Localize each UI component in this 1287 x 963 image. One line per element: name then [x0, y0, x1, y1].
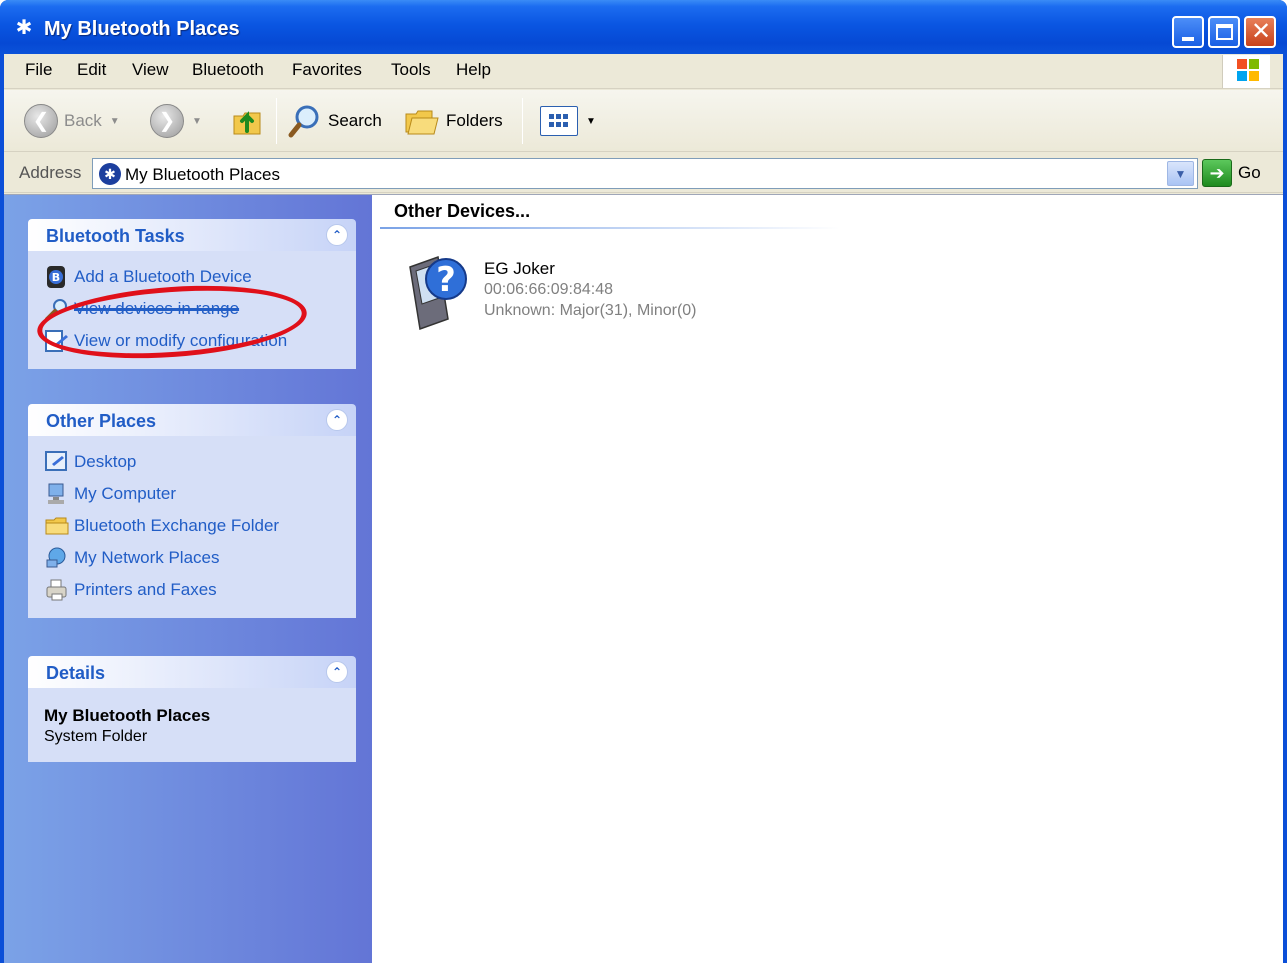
title-bar[interactable]: ✱ My Bluetooth Places ✕ — [0, 0, 1287, 54]
bluetooth-device-icon: B — [44, 265, 70, 289]
back-label: Back — [64, 111, 102, 130]
windows-logo — [1222, 55, 1270, 88]
place-desktop[interactable]: Desktop — [44, 446, 340, 478]
other-places-body: Desktop My Computer Bluetooth Exchange F… — [28, 436, 356, 618]
details-title: Details — [46, 663, 106, 683]
menu-bar: File Edit View Bluetooth Favorites Tools… — [4, 54, 1283, 89]
search-button[interactable]: Search — [288, 102, 382, 140]
menu-view-label: View — [132, 60, 169, 79]
minimize-icon — [1182, 37, 1194, 41]
menu-favorites-label: Favorites — [292, 60, 362, 79]
svg-text:B: B — [52, 271, 60, 284]
group-heading: Other Devices... — [394, 201, 531, 221]
search-label: Search — [328, 111, 382, 130]
back-arrow-icon: ❮ — [24, 104, 58, 138]
forward-dropdown-icon: ▼ — [192, 115, 202, 127]
bluetooth-tasks-title: Bluetooth Tasks — [46, 226, 185, 246]
address-input[interactable]: ✱ My Bluetooth Places ▼ — [92, 158, 1198, 189]
minimize-button[interactable] — [1172, 16, 1204, 48]
device-address: 00:06:66:09:84:48 — [484, 281, 614, 298]
place-bluetooth-exchange-folder-label: Bluetooth Exchange Folder — [74, 516, 280, 535]
views-icon — [540, 106, 578, 136]
maximize-icon — [1216, 24, 1233, 40]
back-button[interactable]: ❮ Back ▼ — [24, 102, 120, 140]
network-places-icon — [44, 546, 70, 570]
close-button[interactable]: ✕ — [1244, 16, 1276, 48]
bluetooth-icon: ✱ — [99, 163, 121, 185]
place-printers-and-faxes-label: Printers and Faxes — [74, 580, 217, 599]
heading-divider — [380, 227, 840, 229]
place-bluetooth-exchange-folder[interactable]: Bluetooth Exchange Folder — [44, 510, 340, 542]
menu-favorites[interactable]: Favorites — [292, 60, 362, 80]
menu-bluetooth-label: Bluetooth — [192, 60, 264, 79]
back-dropdown-icon: ▼ — [109, 115, 120, 127]
svg-text:?: ? — [436, 260, 456, 300]
other-places-header[interactable]: Other Places ⌃ — [28, 404, 356, 436]
address-dropdown-button[interactable]: ▼ — [1167, 161, 1194, 186]
menu-tools[interactable]: Tools — [391, 60, 431, 80]
address-label: Address — [19, 163, 82, 182]
go-arrow-icon[interactable]: ➔ — [1202, 159, 1232, 187]
search-icon — [288, 104, 322, 138]
explorer-window: ✱ My Bluetooth Places ✕ File Edit View B… — [0, 0, 1287, 963]
forward-arrow-icon: ❯ — [150, 104, 184, 138]
standard-toolbar: ❮ Back ▼ ❯ ▼ Search Folders ▼ — [4, 90, 1283, 152]
menu-view[interactable]: View — [132, 60, 169, 80]
my-computer-icon — [44, 482, 70, 506]
folder-up-icon — [230, 104, 264, 138]
printer-icon — [44, 578, 70, 602]
address-value: My Bluetooth Places — [125, 165, 280, 184]
collapse-chevron-icon[interactable]: ⌃ — [326, 661, 348, 683]
views-dropdown-icon: ▼ — [586, 115, 596, 127]
details-type: System Folder — [44, 728, 148, 745]
collapse-chevron-icon[interactable]: ⌃ — [326, 409, 348, 431]
menu-edit-label: Edit — [77, 60, 107, 79]
bluetooth-icon: ✱ — [15, 17, 33, 39]
device-class: Unknown: Major(31), Minor(0) — [484, 302, 697, 319]
desktop-icon — [44, 450, 70, 474]
folders-button[interactable]: Folders — [404, 102, 503, 140]
details-name: My Bluetooth Places — [44, 706, 211, 725]
window-title: My Bluetooth Places — [44, 18, 240, 40]
folders-label: Folders — [446, 111, 503, 130]
task-pane: Bluetooth Tasks ⌃ B Add a Bluetooth Devi… — [4, 195, 372, 963]
menu-help-label: Help — [456, 60, 491, 79]
main-area: Bluetooth Tasks ⌃ B Add a Bluetooth Devi… — [4, 194, 1283, 963]
task-add-bluetooth-device-label: Add a Bluetooth Device — [74, 267, 252, 286]
folders-icon — [404, 104, 440, 138]
device-item[interactable]: ? EG Joker 00:06:66:09:84:48 Unknown: Ma… — [404, 251, 744, 331]
details-panel: Details ⌃ My Bluetooth Places System Fol… — [28, 656, 356, 762]
menu-tools-label: Tools — [391, 60, 431, 79]
place-desktop-label: Desktop — [74, 452, 137, 471]
place-printers-and-faxes[interactable]: Printers and Faxes — [44, 574, 340, 606]
window-client: File Edit View Bluetooth Favorites Tools… — [4, 54, 1283, 963]
up-button[interactable] — [230, 102, 264, 140]
collapse-chevron-icon[interactable]: ⌃ — [326, 224, 348, 246]
close-icon: ✕ — [1250, 18, 1272, 45]
maximize-button[interactable] — [1208, 16, 1240, 48]
go-button[interactable]: Go — [1238, 163, 1261, 183]
place-my-computer-label: My Computer — [74, 484, 177, 503]
menu-file[interactable]: File — [25, 60, 52, 80]
menu-bluetooth[interactable]: Bluetooth — [192, 60, 264, 80]
other-places-panel: Other Places ⌃ Desktop My Computer Bluet… — [28, 404, 356, 618]
folder-icon — [44, 514, 70, 538]
windows-flag-icon — [1237, 59, 1261, 83]
device-name: EG Joker — [484, 259, 555, 278]
forward-button[interactable]: ❯ ▼ — [150, 102, 202, 140]
place-my-computer[interactable]: My Computer — [44, 478, 340, 510]
unknown-device-icon: ? — [404, 253, 472, 331]
menu-edit[interactable]: Edit — [77, 60, 106, 80]
bluetooth-tasks-header[interactable]: Bluetooth Tasks ⌃ — [28, 219, 356, 251]
place-my-network-places-label: My Network Places — [74, 548, 220, 567]
other-places-title: Other Places — [46, 411, 157, 431]
place-my-network-places[interactable]: My Network Places — [44, 542, 340, 574]
menu-file-label: File — [25, 60, 53, 79]
details-body: My Bluetooth Places System Folder — [28, 688, 356, 762]
details-header[interactable]: Details ⌃ — [28, 656, 356, 688]
views-button[interactable]: ▼ — [540, 102, 596, 140]
address-bar: Address ✱ My Bluetooth Places ▼ ➔ Go — [4, 153, 1283, 193]
menu-help[interactable]: Help — [456, 60, 491, 80]
